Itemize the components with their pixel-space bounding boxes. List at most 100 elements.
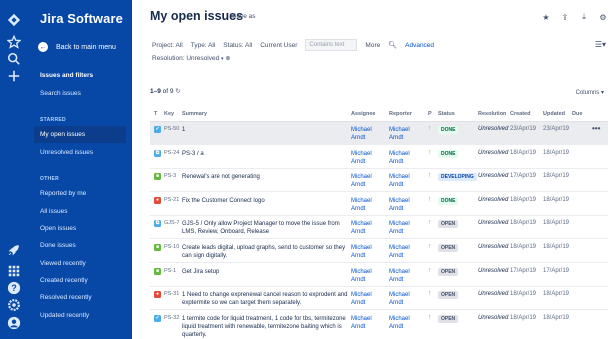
issue-key[interactable]: PS-1 <box>164 268 176 274</box>
issue-summary[interactable]: Get Jira setup <box>182 268 348 276</box>
issue-summary[interactable]: 1 <box>182 126 348 134</box>
results-total: of 9 <box>162 88 174 95</box>
table-row[interactable]: ⧉ GJS-7 GJS-5 / Only allow Project Manager… <box>150 216 608 239</box>
avatar[interactable] <box>6 315 22 331</box>
sidebar-item-created-recently[interactable]: Created recently <box>34 272 126 289</box>
issue-key[interactable]: PS-31 <box>164 291 179 297</box>
sidebar-item-open-issues[interactable]: Open issues <box>34 220 126 237</box>
table-row[interactable]: ■ PS-1 Get Jira setup Michael Arndt Michael Ar… <box>150 264 608 287</box>
table-row[interactable]: ■ PS-3 Renewal's are not generating Michael… <box>150 169 608 192</box>
search-icon[interactable]: 🔍︎ <box>388 41 397 49</box>
table-row[interactable]: ■ PS-10 Create leads digital, upload graph… <box>150 240 608 263</box>
help-icon[interactable]: ? <box>6 280 22 296</box>
issue-assignee[interactable]: Michael Arndt <box>351 150 372 166</box>
settings-icon[interactable] <box>6 297 22 313</box>
sidebar-item-viewed-recently[interactable]: Viewed recently <box>34 255 126 272</box>
more-actions-icon[interactable]: ••• <box>592 124 600 133</box>
create-icon[interactable] <box>6 68 22 84</box>
sidebar-item-my-open-issues[interactable]: My open issues <box>34 126 126 143</box>
issue-summary[interactable]: Renewal's are not generating <box>182 173 348 181</box>
issue-key[interactable]: PS-50 <box>164 126 179 132</box>
issue-key[interactable]: PS-10 <box>164 244 179 250</box>
jira-logo-icon[interactable] <box>6 12 22 28</box>
search-icon[interactable] <box>6 51 22 67</box>
col-assignee[interactable]: Assignee <box>351 111 375 117</box>
issue-assignee[interactable]: Michael Arndt <box>351 291 372 307</box>
col-reporter[interactable]: Reporter <box>389 111 412 117</box>
issue-summary[interactable]: 1 Need to change exprenewal cancel reaso… <box>182 291 348 307</box>
table-row[interactable]: ✓ PS-50 1 Michael Arndt Michael Arndt ↑ DONE Unre… <box>150 122 608 145</box>
app-switcher-icon[interactable] <box>6 263 22 279</box>
issue-key[interactable]: GJS-7 <box>164 220 180 226</box>
sidebar-item-reported-by-me[interactable]: Reported by me <box>34 185 126 202</box>
rocket-icon[interactable] <box>6 242 22 258</box>
status-badge: OPEN <box>438 220 459 228</box>
issue-assignee[interactable]: Michael Arndt <box>351 220 372 236</box>
reporter-last-name: Arndt <box>389 206 404 212</box>
col-summary[interactable]: Summary <box>182 111 207 117</box>
project-filter[interactable]: Project: All <box>152 42 183 49</box>
type-filter[interactable]: Type: All <box>191 42 216 49</box>
table-row[interactable]: ✓ PS-32 1 termite code for liquid treatmen… <box>150 311 608 339</box>
issue-summary[interactable]: Fix the Customer Connect logo <box>182 197 348 205</box>
issue-reporter[interactable]: Michael Arndt <box>389 220 410 236</box>
issue-assignee[interactable]: Michael Arndt <box>351 315 372 331</box>
columns-button[interactable]: Columns ▾ <box>576 89 604 96</box>
issue-summary[interactable]: GJS-5 / Only allow Project Manager to mo… <box>182 220 348 236</box>
issue-assignee[interactable]: Michael Arndt <box>351 197 372 213</box>
issue-reporter[interactable]: Michael Arndt <box>389 291 410 307</box>
col-resolution[interactable]: Resolution <box>478 111 506 117</box>
issue-key[interactable]: PS-3 <box>164 173 176 179</box>
issue-key[interactable]: PS-32 <box>164 315 179 321</box>
refresh-icon[interactable]: ↻ <box>175 88 180 95</box>
assignee-filter[interactable]: Current User <box>260 42 297 49</box>
issue-key[interactable]: PS-21 <box>164 197 179 203</box>
issue-summary[interactable]: Create leads digital, upload graphs, sen… <box>182 244 348 260</box>
issue-reporter[interactable]: Michael Arndt <box>389 126 410 142</box>
issue-reporter[interactable]: Michael Arndt <box>389 244 410 260</box>
table-row[interactable]: ● PS-31 1 Need to change exprenewal cancel… <box>150 287 608 310</box>
table-row[interactable]: ● PS-21 Fix the Customer Connect logo Micha… <box>150 193 608 216</box>
col-priority[interactable]: P <box>428 111 432 117</box>
col-created[interactable]: Created <box>510 111 530 117</box>
assignee-last-name: Arndt <box>351 253 366 259</box>
advanced-search-link[interactable]: Advanced <box>405 42 434 49</box>
issue-assignee[interactable]: Michael Arndt <box>351 173 372 189</box>
issue-assignee[interactable]: Michael Arndt <box>351 244 372 260</box>
task-icon: ✓ <box>154 126 161 133</box>
save-as-button[interactable]: Save as <box>232 13 256 20</box>
issue-reporter[interactable]: Michael Arndt <box>389 150 410 166</box>
col-due[interactable]: Due <box>572 111 582 117</box>
col-status[interactable]: Status <box>438 111 455 117</box>
issue-reporter[interactable]: Michael Arndt <box>389 197 410 213</box>
issue-reporter[interactable]: Michael Arndt <box>389 315 410 331</box>
export-icon[interactable]: ⤓ <box>579 12 589 22</box>
issue-summary[interactable]: PS-3 / a <box>182 150 348 158</box>
clear-filter-icon[interactable]: ⊗ <box>225 56 230 62</box>
sidebar-item-done-issues[interactable]: Done issues <box>34 237 126 254</box>
col-key[interactable]: Key <box>164 111 174 117</box>
status-filter[interactable]: Status: All <box>223 42 252 49</box>
share-icon[interactable]: ⇪ <box>560 12 570 22</box>
issue-reporter[interactable]: Michael Arndt <box>389 173 410 189</box>
sidebar-item-resolved-recently[interactable]: Resolved recently <box>34 289 126 306</box>
issue-assignee[interactable]: Michael Arndt <box>351 268 372 284</box>
list-view-icon[interactable]: ☰▾ <box>595 40 606 49</box>
tools-icon[interactable]: ⚙ <box>598 12 608 22</box>
resolution-filter[interactable]: Resolution: Unresolved ▾ ⊗ <box>152 55 230 62</box>
more-filter[interactable]: More <box>365 42 380 49</box>
issue-reporter[interactable]: Michael Arndt <box>389 268 410 284</box>
back-to-main-menu-button[interactable]: ← Back to main menu <box>38 40 116 54</box>
issue-assignee[interactable]: Michael Arndt <box>351 126 372 142</box>
sidebar-item-search-issues[interactable]: Search issues <box>34 85 126 102</box>
sidebar-item-all-issues[interactable]: All issues <box>34 203 126 220</box>
star-icon[interactable] <box>6 34 22 50</box>
issue-summary[interactable]: 1 termite code for liquid treatment, 1 c… <box>182 315 348 339</box>
contains-text-input[interactable]: Contains text <box>305 39 358 51</box>
sidebar-item-updated-recently[interactable]: Updated recently <box>34 307 126 324</box>
star-icon[interactable]: ★ <box>541 12 551 22</box>
sidebar-item-unresolved-issues[interactable]: Unresolved issues <box>34 144 126 161</box>
col-type[interactable]: T <box>154 111 157 117</box>
issue-key[interactable]: PS-24 <box>164 150 179 156</box>
table-row[interactable]: ⧉ PS-24 PS-3 / a Michael Arndt Michael Arndt ↑ D… <box>150 146 608 169</box>
